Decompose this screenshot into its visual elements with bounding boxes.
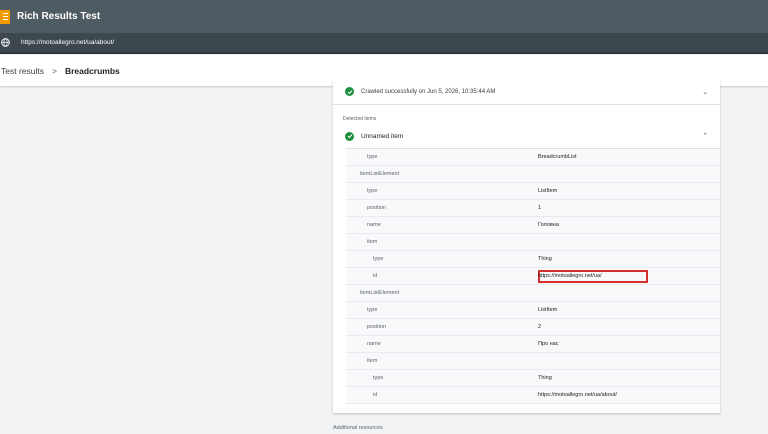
property-value: ListItem xyxy=(538,307,558,313)
property-key: item xyxy=(367,239,378,245)
property-value: 2 xyxy=(538,324,542,330)
property-row: itemListElement xyxy=(346,166,720,183)
property-row: item xyxy=(346,353,720,370)
property-row: id https://motoallegro.net/ua/ xyxy=(346,268,720,285)
property-row: type Thing xyxy=(346,370,720,387)
property-row: name Про нас xyxy=(346,336,720,353)
property-value: BreadcrumbList xyxy=(538,154,577,160)
property-row: type ListItem xyxy=(346,302,720,319)
property-value: https://motoallegro.net/ua/about/ xyxy=(538,392,617,398)
property-row: type BreadcrumbList xyxy=(346,149,720,166)
property-row: name Головна xyxy=(346,217,720,234)
property-value: 1 xyxy=(538,205,542,211)
property-key: position xyxy=(367,324,386,330)
detected-item-name: Unnamed item xyxy=(361,132,404,140)
property-key: name xyxy=(367,341,381,347)
property-value: https://motoallegro.net/ua/ xyxy=(538,273,602,279)
property-key: type xyxy=(373,375,384,381)
property-value: Головна xyxy=(538,222,559,228)
property-key: name xyxy=(367,222,381,228)
property-key: type xyxy=(367,154,378,160)
url-bar: https://motoallegro.net/ua/about/ xyxy=(0,33,768,54)
property-key: itemListElement xyxy=(360,290,400,296)
app-header: Rich Results Test xyxy=(0,0,768,33)
app-title: Rich Results Test xyxy=(17,11,101,22)
property-key: position xyxy=(367,205,386,211)
property-row: id https://motoallegro.net/ua/about/ xyxy=(346,387,720,404)
property-row: itemListElement xyxy=(346,285,720,302)
property-row: item xyxy=(346,234,720,251)
property-value: Thing xyxy=(538,256,552,262)
property-row: position 1 xyxy=(346,200,720,217)
chevron-down-icon[interactable]: ⌄ xyxy=(702,88,708,96)
property-key: itemListElement xyxy=(360,171,400,177)
breadcrumb-current: Breadcrumbs xyxy=(64,65,120,76)
property-value: Про нас xyxy=(538,341,559,347)
chevron-up-icon[interactable]: ⌃ xyxy=(702,132,708,140)
property-table: type BreadcrumbList itemListElement type Lis… xyxy=(346,148,720,404)
property-key: id xyxy=(373,392,378,398)
property-key: type xyxy=(373,256,384,262)
check-circle-icon xyxy=(345,131,354,141)
property-value: ListItem xyxy=(538,188,558,194)
property-row: position 2 xyxy=(346,319,720,336)
property-row: type ListItem xyxy=(346,183,720,200)
crawl-status-text: Crawled successfully on Jun 5, 2026, 10:… xyxy=(361,88,496,95)
results-card: Crawled successfully on Jun 5, 2026, 10:… xyxy=(333,79,720,413)
breadcrumb-test-results-link[interactable]: Test results xyxy=(1,66,44,76)
list-icon xyxy=(0,9,10,24)
property-key: type xyxy=(367,188,378,194)
tested-url[interactable]: https://motoallegro.net/ua/about/ xyxy=(21,39,114,46)
property-key: item xyxy=(367,358,378,364)
property-key: type xyxy=(367,307,378,313)
detected-item-row[interactable]: Unnamed item ⌃ xyxy=(333,126,720,146)
property-value: Thing xyxy=(538,375,552,381)
crawl-status-row[interactable]: Crawled successfully on Jun 5, 2026, 10:… xyxy=(333,79,720,105)
detected-items-label: Detected items xyxy=(343,116,377,122)
breadcrumb-separator: > xyxy=(52,65,57,76)
property-key: id xyxy=(373,273,378,279)
globe-icon xyxy=(1,38,10,47)
additional-resources-label: Additional resources xyxy=(333,425,383,431)
property-row: type Thing xyxy=(346,251,720,268)
check-circle-icon xyxy=(345,87,354,96)
